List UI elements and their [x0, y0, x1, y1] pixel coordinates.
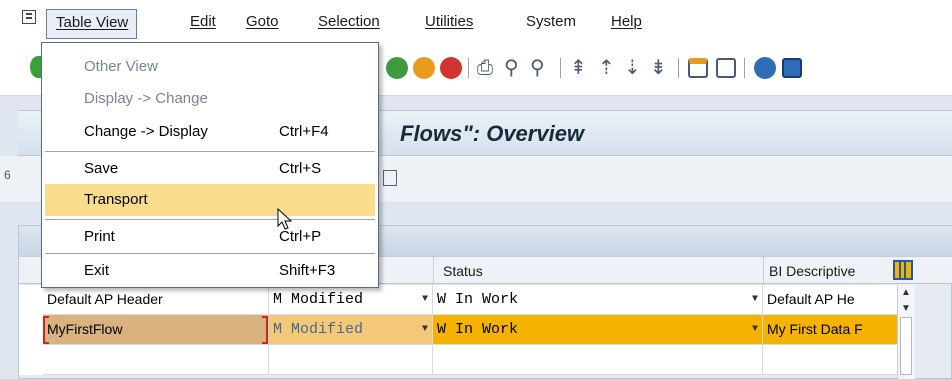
menu-item-label: Other View	[84, 58, 158, 75]
toolbar-separator	[678, 58, 679, 78]
print-icon[interactable]: ⎙	[477, 56, 493, 78]
menu-separator	[45, 151, 375, 152]
application-toolbar-text: 6	[4, 168, 11, 182]
scroll-down-icon[interactable]: ▼	[901, 303, 911, 314]
menu-item-other-view[interactable]: Other View	[45, 51, 375, 83]
menu-edit[interactable]: Edit	[190, 13, 216, 30]
menu-item-display-change[interactable]: Display -> Change	[45, 83, 375, 115]
column-divider	[433, 257, 434, 285]
last-page-icon[interactable]: ⇟	[650, 56, 667, 78]
menu-utilities[interactable]: Utilities	[425, 13, 473, 30]
status-cell[interactable]	[433, 345, 763, 375]
description-cell[interactable]	[763, 345, 899, 375]
description-cell[interactable]: My First Data F	[763, 315, 899, 345]
table-row-selected[interactable]: MyFirstFlow M Modified ▼ W In Work ▼ My Fi…	[19, 315, 899, 345]
menu-item-save[interactable]: Save Ctrl+S	[45, 153, 375, 185]
dropdown-arrow-icon[interactable]: ▼	[422, 285, 428, 314]
modified-value: M Modified	[273, 321, 364, 338]
status-cell[interactable]: W In Work ▼	[433, 315, 763, 345]
previous-page-icon[interactable]: ⇡	[598, 56, 615, 78]
modified-cell[interactable]: M Modified ▼	[269, 315, 433, 345]
scroll-thumb[interactable]	[900, 317, 912, 375]
table-settings-icon[interactable]	[893, 260, 913, 280]
menu-item-label: Display -> Change	[84, 90, 208, 107]
table-row[interactable]	[19, 345, 899, 375]
flow-name-cell[interactable]: MyFirstFlow	[43, 315, 269, 345]
menu-selection[interactable]: Selection	[318, 13, 380, 30]
menu-item-print[interactable]: Print Ctrl+P	[45, 221, 375, 253]
toolbar-separator	[560, 58, 561, 78]
column-header-status[interactable]: Status	[443, 263, 483, 279]
column-divider	[763, 257, 764, 285]
shortcut-icon[interactable]	[716, 58, 736, 78]
column-header-bi-descriptive[interactable]: BI Descriptive	[769, 263, 855, 279]
menu-item-change-display[interactable]: Change -> Display Ctrl+F4	[45, 116, 375, 148]
mouse-cursor-icon	[277, 208, 293, 230]
status-cell[interactable]: W In Work ▼	[433, 285, 763, 315]
system-menu-icon[interactable]	[22, 10, 36, 24]
flow-name-cell[interactable]	[43, 345, 269, 375]
vertical-scrollbar[interactable]: ▲ ▼	[897, 285, 915, 379]
help-icon[interactable]	[754, 57, 776, 79]
dropdown-arrow-icon[interactable]: ▼	[752, 315, 758, 344]
first-page-icon[interactable]: ⇞	[570, 56, 587, 78]
menu-help[interactable]: Help	[611, 13, 642, 30]
left-stripe	[0, 96, 18, 379]
status-value: W In Work	[437, 291, 519, 308]
menu-separator	[45, 253, 375, 254]
status-value: W In Work	[437, 321, 519, 338]
find-next-icon[interactable]: ⚲	[530, 56, 545, 78]
menu-item-shortcut: Ctrl+S	[279, 160, 322, 177]
cancel-icon[interactable]	[440, 57, 462, 79]
menu-item-label: Save	[84, 160, 119, 177]
scroll-up-icon[interactable]: ▲	[901, 287, 911, 298]
modified-value: M Modified	[273, 291, 364, 308]
new-session-icon[interactable]	[688, 58, 708, 78]
layout-icon[interactable]	[782, 58, 802, 78]
dropdown-arrow-icon[interactable]: ▼	[752, 285, 758, 314]
modified-cell[interactable]	[269, 345, 433, 375]
back-icon[interactable]	[386, 57, 408, 79]
menu-table-view[interactable]: Table View	[46, 9, 138, 39]
table-row[interactable]: Default AP Header M Modified ▼ W In Work ▼…	[19, 285, 899, 315]
description-cell[interactable]: Default AP He	[763, 285, 899, 315]
menu-bar: Table View Edit Goto Selection Utilities…	[0, 0, 952, 46]
menu-item-transport[interactable]: Transport	[45, 184, 375, 216]
menu-item-exit[interactable]: Exit Shift+F3	[45, 255, 375, 287]
details-icon[interactable]	[383, 170, 397, 186]
focus-bracket-left	[43, 316, 49, 344]
menu-item-label: Transport	[84, 191, 148, 208]
toolbar-separator	[468, 58, 469, 78]
next-page-icon[interactable]: ⇣	[624, 56, 641, 78]
modified-cell[interactable]: M Modified ▼	[269, 285, 433, 315]
page-title: Flows": Overview	[400, 121, 585, 146]
menu-item-label: Change -> Display	[84, 123, 208, 140]
find-icon[interactable]: ⚲	[504, 56, 519, 78]
focus-bracket-right	[262, 316, 268, 344]
menu-separator	[45, 219, 375, 220]
menu-goto[interactable]: Goto	[246, 13, 279, 30]
table-view-menu: Other View Display -> Change Change -> D…	[41, 42, 379, 288]
menu-item-shortcut: Shift+F3	[279, 262, 336, 279]
menu-item-label: Exit	[84, 262, 110, 279]
exit-icon[interactable]	[413, 57, 435, 79]
toolbar-separator	[744, 58, 745, 78]
menu-item-shortcut: Ctrl+F4	[279, 123, 329, 140]
flow-name-cell[interactable]: Default AP Header	[43, 285, 269, 315]
dropdown-arrow-icon[interactable]: ▼	[422, 315, 428, 344]
menu-item-label: Print	[84, 228, 115, 245]
menu-system[interactable]: System	[526, 13, 576, 30]
